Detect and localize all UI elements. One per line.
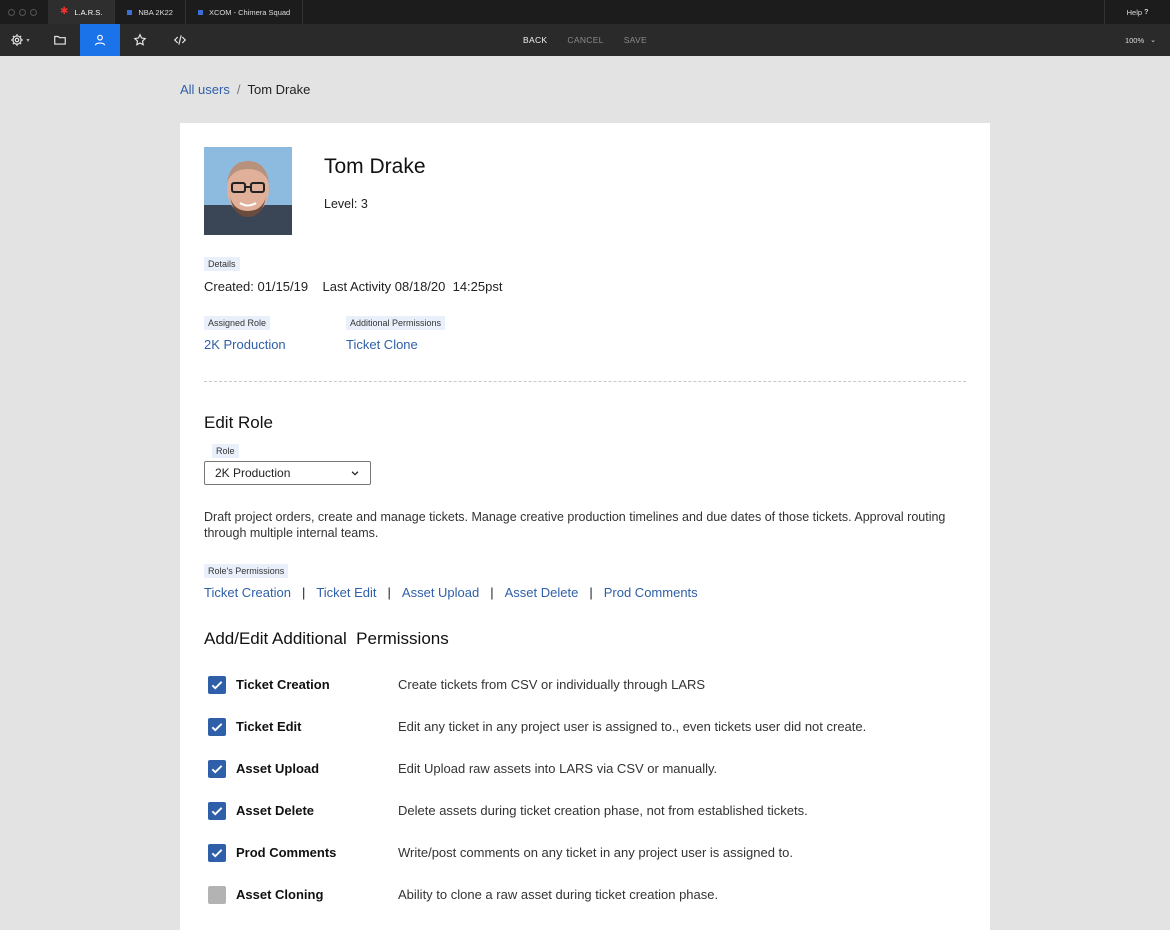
permission-row-asset-delete: Asset Delete Delete assets during ticket…	[204, 800, 974, 842]
permission-checkbox[interactable]	[208, 760, 226, 778]
user-level: Level: 3	[324, 197, 368, 211]
permission-row-asset-cloning: Asset Cloning Ability to clone a raw ass…	[204, 884, 974, 926]
permission-row-ticket-creation: Ticket Creation Create tickets from CSV …	[204, 674, 974, 716]
role-permission-prod-comments[interactable]: Prod Comments	[604, 585, 698, 600]
permission-name: Asset Delete	[236, 803, 315, 818]
permission-name: Prod Comments	[236, 845, 337, 860]
tab-xcom[interactable]: XCOM - Chimera Squad	[186, 0, 304, 24]
additional-permissions-heading: Add/Edit Additional Permissions	[204, 629, 449, 648]
check-icon	[211, 807, 223, 816]
role-permission-ticket-edit[interactable]: Ticket Edit	[316, 585, 376, 600]
permission-checkbox[interactable]	[208, 844, 226, 862]
permission-description: Ability to clone a raw asset during tick…	[398, 887, 719, 902]
avatar	[204, 147, 292, 235]
separator: |	[490, 585, 494, 600]
question-icon: ?	[1144, 8, 1149, 16]
additional-permission-link[interactable]: Ticket Clone	[346, 337, 418, 352]
role-permission-asset-upload[interactable]: Asset Upload	[402, 585, 479, 600]
separator: |	[387, 585, 391, 600]
permission-description: Edit any ticket in any project user is a…	[398, 719, 867, 734]
tab-nba-2k22[interactable]: NBA 2K22	[115, 0, 186, 24]
breadcrumb-all-users-link[interactable]: All users	[180, 82, 230, 97]
chevron-down-icon	[351, 471, 359, 476]
role-permissions-list: Ticket Creation | Ticket Edit | Asset Up…	[204, 585, 698, 600]
tab-label: NBA 2K22	[138, 7, 173, 17]
permission-name: Ticket Edit	[236, 719, 302, 734]
gear-icon	[11, 34, 24, 46]
project-square-icon	[197, 9, 203, 15]
tab-label: L.A.R.S.	[74, 7, 103, 17]
check-icon	[211, 681, 223, 690]
details-text: Created: 01/15/19 Last Activity 08/18/20…	[204, 279, 503, 294]
breadcrumb-current: Tom Drake	[247, 82, 311, 97]
chevron-down-icon: ⌄	[1150, 37, 1156, 44]
permission-description: Delete assets during ticket creation pha…	[398, 803, 808, 818]
projects-button[interactable]	[40, 24, 80, 56]
tab-lars[interactable]: ✱ L.A.R.S.	[48, 0, 116, 24]
tab-label: XCOM - Chimera Squad	[208, 7, 291, 17]
back-button[interactable]: BACK	[513, 35, 557, 45]
code-icon	[173, 35, 187, 45]
project-square-icon	[127, 9, 133, 15]
main-toolbar: ▾ BACK CANCEL SAVE 100% ⌄	[0, 24, 1170, 56]
role-permission-ticket-creation[interactable]: Ticket Creation	[204, 585, 291, 600]
breadcrumb: All users / Tom Drake	[180, 82, 310, 97]
permission-description: Create tickets from CSV or individually …	[398, 677, 706, 692]
details-tag: Details	[204, 257, 240, 271]
folder-icon	[54, 35, 66, 45]
close-window-icon[interactable]	[8, 8, 15, 16]
permission-name: Asset Upload	[236, 761, 320, 776]
user-icon	[94, 34, 106, 46]
users-button[interactable]	[80, 24, 120, 56]
section-divider	[204, 381, 966, 382]
settings-button[interactable]: ▾	[0, 24, 40, 56]
permission-checkbox[interactable]	[208, 886, 226, 904]
permission-row-asset-upload: Asset Upload Edit Upload raw assets into…	[204, 758, 974, 800]
permission-checkbox[interactable]	[208, 802, 226, 820]
save-button[interactable]: SAVE	[614, 35, 657, 45]
role-select-value: 2K Production	[215, 466, 291, 480]
role-field-label: Role	[212, 444, 239, 458]
minimize-window-icon[interactable]	[19, 8, 26, 16]
check-icon	[211, 723, 223, 732]
permission-name: Ticket Creation	[236, 677, 330, 692]
maximize-window-icon[interactable]	[30, 8, 37, 16]
help-button[interactable]: Help ?	[1104, 0, 1170, 24]
user-photo	[204, 147, 292, 235]
separator: |	[589, 585, 593, 600]
user-detail-card: Tom Drake Level: 3 Details Created: 01/1…	[180, 123, 990, 930]
user-name: Tom Drake	[324, 155, 426, 178]
role-select[interactable]: 2K Production	[204, 461, 371, 485]
permission-row-prod-comments: Prod Comments Write/post comments on any…	[204, 842, 974, 884]
assigned-role-link[interactable]: 2K Production	[204, 337, 286, 352]
window-controls	[0, 0, 48, 24]
chevron-down-icon: ▾	[26, 37, 30, 44]
check-icon	[211, 765, 223, 774]
role-permissions-tag: Role's Permissions	[204, 564, 289, 578]
permission-name: Asset Cloning	[236, 887, 324, 902]
role-permission-asset-delete[interactable]: Asset Delete	[505, 585, 579, 600]
check-icon	[211, 849, 223, 858]
zoom-dropdown[interactable]: 100% ⌄	[1125, 24, 1156, 56]
edit-role-heading: Edit Role	[204, 413, 273, 432]
browser-tab-bar: ✱ L.A.R.S. NBA 2K22 XCOM - Chimera Squad…	[0, 0, 1170, 24]
role-description: Draft project orders, create and manage …	[204, 510, 946, 540]
separator: |	[301, 585, 306, 600]
assigned-role-tag: Assigned Role	[204, 316, 271, 330]
permission-description: Edit Upload raw assets into LARS via CSV…	[398, 761, 718, 776]
breadcrumb-separator: /	[236, 82, 241, 97]
additional-permissions-list: Ticket Creation Create tickets from CSV …	[204, 674, 974, 926]
lars-logo-icon: ✱	[60, 6, 69, 17]
star-icon	[133, 33, 147, 46]
help-label: Help	[1126, 7, 1143, 17]
zoom-level: 100%	[1124, 35, 1145, 45]
permission-description: Write/post comments on any ticket in any…	[398, 845, 793, 860]
cancel-button[interactable]: CANCEL	[557, 35, 613, 45]
permission-row-ticket-edit: Ticket Edit Edit any ticket in any proje…	[204, 716, 974, 758]
code-button[interactable]	[160, 24, 200, 56]
permission-checkbox[interactable]	[208, 718, 226, 736]
additional-permissions-tag: Additional Permissions	[346, 316, 446, 330]
permission-checkbox[interactable]	[208, 676, 226, 694]
favorites-button[interactable]	[120, 24, 160, 56]
